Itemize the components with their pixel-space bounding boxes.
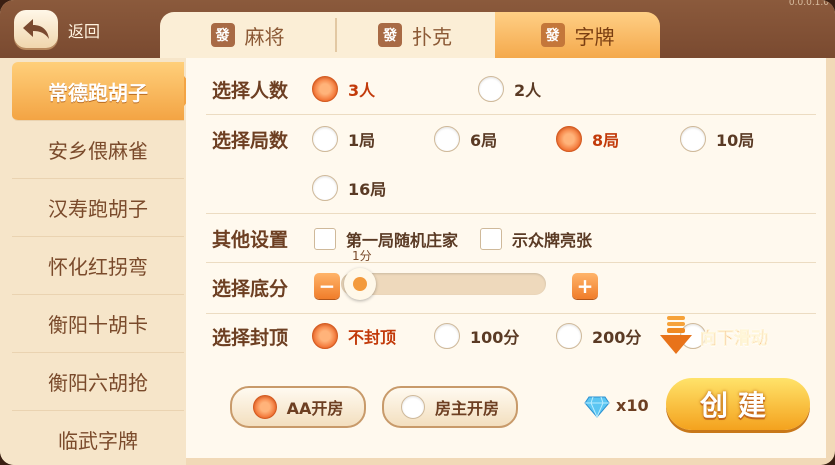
option-label: 示众牌亮张 (512, 231, 593, 250)
option-label: 10局 (716, 131, 755, 150)
tab-poker[interactable]: 發 扑克 (335, 12, 495, 58)
back-button[interactable] (14, 10, 58, 48)
radio[interactable] (478, 76, 504, 102)
option-label: 房主开房 (434, 399, 499, 418)
divider (206, 213, 816, 214)
tab-divider (335, 18, 337, 52)
random-dealer-checkbox[interactable]: 第一局随机庄家 (314, 227, 458, 251)
back-arrow-icon (23, 19, 49, 39)
slider-dot (353, 277, 367, 291)
radio-selected[interactable] (312, 323, 338, 349)
fa-tile-icon: 發 (378, 23, 402, 47)
sidebar-item-hengyang-ten[interactable]: 衡阳十胡卡 (12, 294, 184, 353)
option-label: 1局 (348, 131, 376, 150)
option-label: 200分 (592, 328, 642, 347)
sidebar-item-anxiang[interactable]: 安乡偎麻雀 (12, 120, 184, 179)
divider (206, 313, 816, 314)
host-room-button[interactable]: 房主开房 (382, 386, 518, 428)
option-label: 2人 (514, 81, 542, 100)
radio (400, 395, 425, 419)
radio[interactable] (434, 126, 460, 152)
create-room-panel: 0.0.0.1.0 返回 發 麻将 發 扑克 發 字牌 常德跑胡子 安乡偎麻雀 (0, 0, 835, 465)
rounds-option-1[interactable]: 1局 (312, 126, 375, 152)
tab-label: 麻将 (244, 24, 285, 49)
base-score-label: 选择底分 (212, 278, 289, 300)
cap-option-none[interactable]: 不封顶 (312, 323, 396, 349)
increase-button[interactable]: + (572, 273, 598, 299)
option-label: AA开房 (286, 399, 344, 418)
option-label: 6局 (470, 131, 498, 150)
diamond-cost: x10 (616, 396, 649, 415)
settings-panel: 选择人数 3人 2人 选择局数 1局 6局 8局 10局 16局 其他设置 第一… (186, 58, 826, 458)
rounds-option-10[interactable]: 10局 (680, 126, 754, 152)
cap-option-200[interactable]: 200分 (556, 323, 641, 349)
sidebar-item-hanshou[interactable]: 汉寿跑胡子 (12, 178, 184, 237)
radio-selected[interactable] (556, 126, 582, 152)
divider (206, 114, 816, 115)
game-list-sidebar: 常德跑胡子 安乡偎麻雀 汉寿跑胡子 怀化红拐弯 衡阳十胡卡 衡阳六胡抢 临武字牌 (0, 58, 196, 465)
back-label[interactable]: 返回 (68, 18, 100, 42)
players-option-2[interactable]: 2人 (478, 76, 541, 102)
option-label: 16局 (348, 180, 387, 199)
tab-label: 字牌 (574, 24, 615, 49)
fa-tile-icon: 發 (540, 23, 565, 47)
base-score-value: 1分 (352, 249, 372, 263)
rounds-option-6[interactable]: 6局 (434, 126, 497, 152)
rounds-option-16[interactable]: 16局 (312, 175, 386, 201)
tab-zipai[interactable]: 發 字牌 (495, 12, 660, 58)
radio-selected (252, 395, 277, 419)
top-bar: 0.0.0.1.0 返回 發 麻将 發 扑克 發 字牌 (0, 0, 835, 58)
radio[interactable] (434, 323, 460, 349)
other-settings-label: 其他设置 (212, 229, 289, 251)
players-option-3[interactable]: 3人 (312, 76, 375, 102)
tab-label: 扑克 (412, 24, 452, 49)
cap-label: 选择封顶 (212, 327, 289, 349)
rounds-option-8[interactable]: 8局 (556, 126, 619, 152)
fa-tile-icon: 發 (210, 23, 235, 47)
option-label: 3人 (348, 81, 376, 100)
radio[interactable] (312, 126, 338, 152)
sidebar-item-huaihua[interactable]: 怀化红拐弯 (12, 236, 184, 295)
slider-handle[interactable] (344, 268, 376, 300)
show-tile-checkbox[interactable]: 示众牌亮张 (480, 227, 592, 251)
checkbox[interactable] (314, 228, 336, 250)
scroll-hint-label: 向下滑动 (700, 329, 769, 350)
radio[interactable] (312, 175, 338, 201)
diamond-icon (584, 396, 610, 418)
option-label: 不封顶 (348, 328, 397, 347)
divider (206, 262, 816, 263)
version-label: 0.0.0.1.0 (788, 0, 829, 8)
sidebar-item-linwu[interactable]: 临武字牌 (12, 410, 184, 465)
radio[interactable] (556, 323, 582, 349)
sidebar-item-hengyang-six[interactable]: 衡阳六胡抢 (12, 352, 184, 411)
radio-selected[interactable] (312, 76, 338, 102)
checkbox[interactable] (480, 228, 502, 250)
decrease-button[interactable]: − (314, 273, 340, 299)
radio[interactable] (680, 126, 706, 152)
aa-room-button[interactable]: AA开房 (230, 386, 366, 428)
option-label: 100分 (470, 328, 520, 347)
game-category-tabs: 發 麻将 發 扑克 發 字牌 (160, 12, 660, 58)
option-label: 8局 (592, 131, 620, 150)
sidebar-item-changde[interactable]: 常德跑胡子 (12, 62, 196, 121)
cap-option-100[interactable]: 100分 (434, 323, 519, 349)
create-room-button[interactable]: 创建 (666, 378, 810, 430)
scroll-down-arrow-icon (660, 316, 692, 354)
players-label: 选择人数 (212, 80, 289, 102)
rounds-label: 选择局数 (212, 130, 289, 152)
tab-mahjong[interactable]: 發 麻将 (160, 12, 335, 58)
